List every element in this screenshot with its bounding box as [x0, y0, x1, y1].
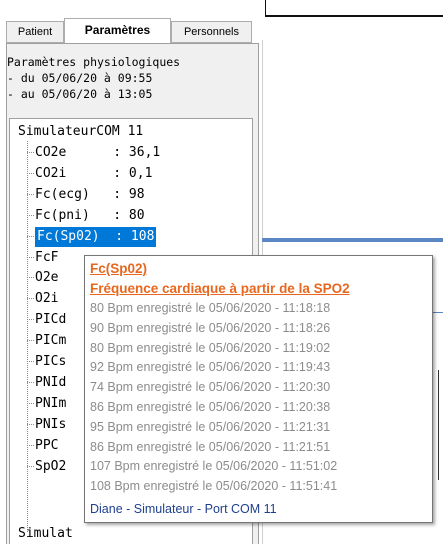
- tooltip-record: 80 Bpm enregistré le 05/06/2020 - 11:18:…: [90, 301, 331, 315]
- tooltip-record: 86 Bpm enregistré le 05/06/2020 - 11:21:…: [90, 439, 331, 454]
- tab-patient[interactable]: Patient: [6, 21, 64, 43]
- tree-item-label: PICm: [35, 333, 67, 349]
- tree-item[interactable]: PPC: [27, 436, 58, 456]
- tree-item[interactable]: CO2i : 0,1: [27, 164, 152, 184]
- tree-item-label: Fc(pni) : 80: [35, 207, 145, 223]
- period-title: Paramètres physiologiques: [7, 55, 181, 69]
- tooltip-subtitle: Fréquence cardiaque à partir de la SPO2: [90, 281, 350, 296]
- tree-item[interactable]: FcF: [27, 248, 58, 268]
- tree-item[interactable]: Fc(ecg) : 98: [27, 185, 145, 205]
- tree-branch-connector: [27, 152, 34, 153]
- tree-branch-connector: [27, 361, 34, 362]
- tree-item[interactable]: PNId: [27, 373, 66, 393]
- tree-item-label: CO2i : 0,1: [35, 165, 153, 181]
- tree-item[interactable]: CO2e : 36,1: [27, 143, 160, 163]
- tree-item-label: PNIs: [35, 416, 67, 432]
- tooltip-record: 74 Bpm enregistré le 05/06/2020 - 11:20:…: [90, 380, 331, 395]
- tree-item-label: PPC: [35, 437, 59, 453]
- tree-item-label: PICd: [35, 312, 67, 328]
- tree-item-label: PICs: [35, 354, 67, 369]
- tree-branch-connector: [27, 256, 34, 258]
- tab-personnels[interactable]: Personnels: [171, 21, 252, 43]
- tooltip-record: 95 Bpm enregistré le 05/06/2020 - 11:21:…: [90, 419, 331, 434]
- tree-branch-connector: [27, 235, 34, 237]
- tooltip-record: 92 Bpm enregistré le 05/06/2020 - 11:19:…: [90, 360, 331, 375]
- tree-item-label: O2e: [35, 270, 59, 286]
- tree-item-label: Fc(ecg) : 98: [35, 186, 145, 202]
- tree-item[interactable]: PNIs: [27, 415, 66, 435]
- tree-branch-connector: [27, 277, 34, 279]
- window-top-rule: [265, 15, 443, 17]
- tree-item[interactable]: O2i: [27, 289, 58, 309]
- tree-item[interactable]: Fc(pni) : 80: [27, 206, 145, 226]
- tree-branch-connector: [27, 423, 34, 425]
- period-info: Paramètres physiologiques - du 05/06/20 …: [7, 54, 180, 102]
- tree-item[interactable]: PICs: [27, 352, 66, 372]
- tooltip-record: 80 Bpm enregistré le 05/06/2020 - 11:19:…: [90, 340, 331, 355]
- tree-branch-connector: [27, 381, 34, 383]
- period-to: - au 05/06/20 à 13:05: [7, 87, 153, 101]
- tree-branch-connector: [27, 402, 34, 404]
- tree-branch-connector: [27, 340, 34, 342]
- period-from: - du 05/06/20 à 09:55: [7, 71, 153, 85]
- tree-branch-connector: [27, 214, 34, 216]
- right-scrollbar-edge[interactable]: [438, 370, 443, 480]
- tooltip-record: 86 Bpm enregistré le 05/06/2020 - 11:20:…: [90, 399, 331, 414]
- tree-item-label: PNIm: [35, 395, 67, 411]
- tree-item-label: SpO2: [35, 458, 67, 474]
- tree-branch-connector: [27, 465, 34, 467]
- tree-root-node[interactable]: SimulateurCOM 11: [18, 124, 143, 139]
- tree-branch-connector: [27, 298, 34, 300]
- tree-item-label: PNId: [35, 374, 67, 390]
- tree-branch-connector: [27, 172, 34, 174]
- tooltip-record: 90 Bpm enregistré le 05/06/2020 - 11:18:…: [90, 320, 331, 335]
- tree-item-label: CO2e : 36,1: [35, 145, 161, 160]
- tree-item[interactable]: Fc(Sp02) : 108: [27, 226, 157, 247]
- chart-band: [262, 238, 443, 242]
- parameter-tooltip: Fc(Sp02) Fréquence cardiaque à partir de…: [84, 255, 433, 523]
- tree-second-root-node[interactable]: Simulat: [18, 526, 73, 541]
- tree-item[interactable]: PICm: [27, 331, 66, 351]
- tree-branch-connector: [27, 444, 34, 446]
- tooltip-records: 80 Bpm enregistré le 05/06/2020 - 11:18:…: [90, 299, 432, 497]
- tree-item[interactable]: O2e: [27, 268, 58, 288]
- tab-bar: Patient Paramètres Personnels: [6, 18, 252, 43]
- tree-item[interactable]: PNIm: [27, 394, 66, 414]
- tree-item[interactable]: SpO2: [27, 457, 66, 477]
- tree-branch-connector: [27, 193, 34, 195]
- tree-branch-connector: [27, 319, 34, 321]
- tooltip-footer: Diane - Simulateur - Port COM 11: [90, 501, 277, 516]
- tooltip-record: 107 Bpm enregistré le 05/06/2020 - 11:51…: [90, 459, 338, 474]
- tooltip-record: 108 Bpm enregistré le 05/06/2020 - 11:51…: [90, 479, 338, 494]
- tree-item[interactable]: PICd: [27, 310, 66, 330]
- tooltip-title: Fc(Sp02): [90, 261, 148, 276]
- tree-item-label: Fc(Sp02) : 108: [35, 226, 157, 247]
- tree-item-label: FcF: [35, 249, 59, 265]
- tree-item-label: O2i: [35, 291, 59, 307]
- tab-parametres[interactable]: Paramètres: [64, 18, 171, 43]
